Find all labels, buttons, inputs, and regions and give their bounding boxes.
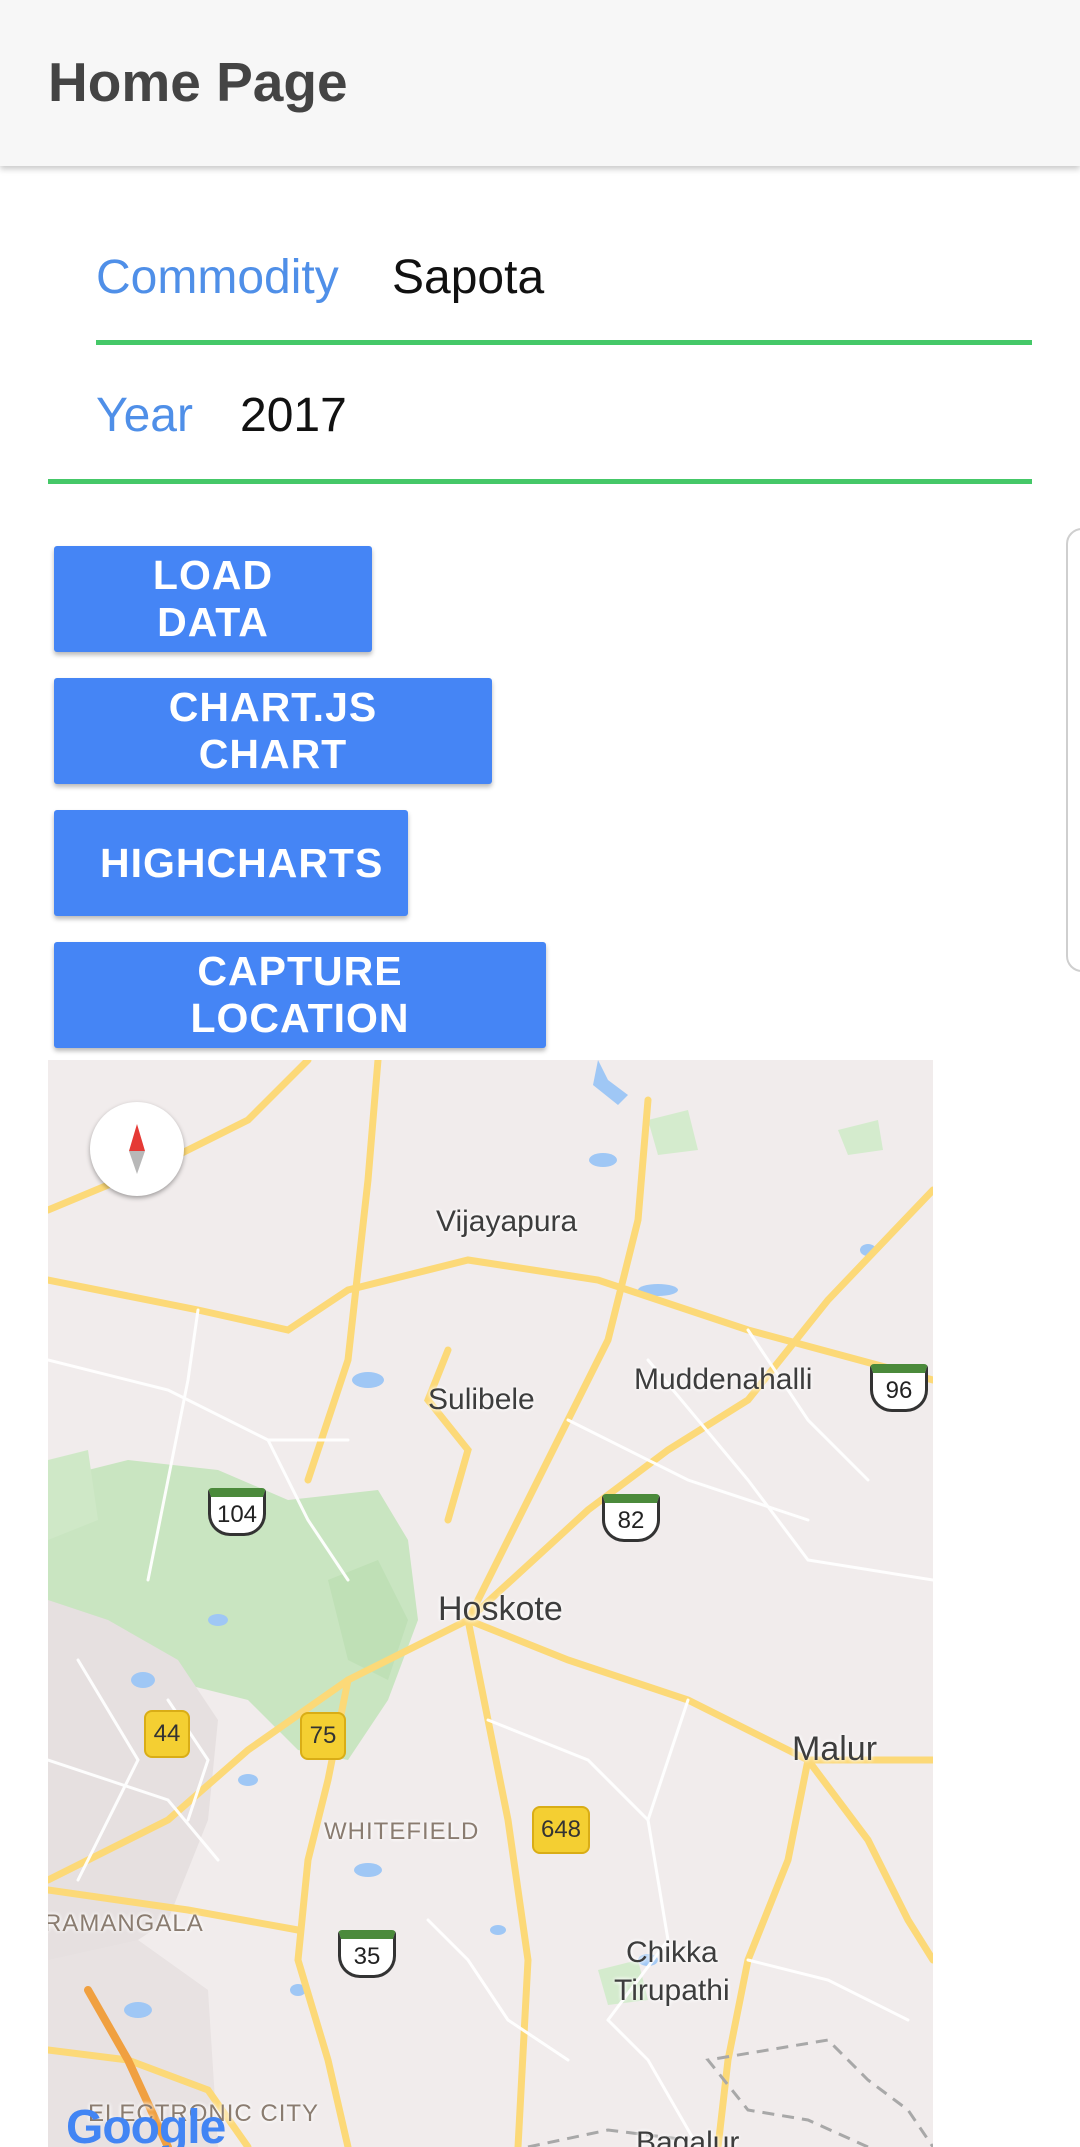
year-input[interactable]: 2017: [240, 388, 347, 443]
highway-shield-44: 44: [144, 1710, 190, 1758]
app-bar: Home Page: [0, 0, 1080, 166]
map-label-whitefield: WHITEFIELD: [324, 1818, 480, 1845]
capture-location-button[interactable]: CAPTURE LOCATION: [54, 942, 546, 1048]
map-label-bagalur: Bagalur: [636, 2126, 740, 2147]
map-label-vijayapura: Vijayapura: [436, 1205, 578, 1238]
map-label-malur: Malur: [792, 1730, 878, 1768]
map-label-chikka: Chikka: [626, 1936, 718, 1969]
commodity-input[interactable]: Sapota: [392, 250, 544, 305]
highway-shield-96: 96: [870, 1364, 928, 1412]
map-label-muddenahalli: Muddenahalli: [634, 1363, 813, 1396]
highway-shield-35: 35: [338, 1930, 396, 1978]
load-data-button[interactable]: LOAD DATA: [54, 546, 372, 652]
year-underline: [48, 479, 1032, 484]
map-label-hoskote: Hoskote: [438, 1590, 563, 1628]
compass-button[interactable]: [90, 1102, 184, 1196]
highway-shield-75: 75: [300, 1712, 346, 1760]
map-label-sulibele: Sulibele: [428, 1383, 535, 1416]
chartjs-chart-button[interactable]: CHART.JS CHART: [54, 678, 492, 784]
highway-shield-104: 104: [208, 1488, 266, 1536]
google-logo: Google: [66, 2101, 226, 2147]
compass-icon: [129, 1124, 145, 1174]
map-label-tirupathi: Tirupathi: [614, 1974, 730, 2007]
edge-panel-handle[interactable]: [1066, 528, 1080, 972]
year-label: Year: [96, 389, 193, 442]
map-label-ramangala: RAMANGALA: [48, 1910, 204, 1937]
page-title: Home Page: [48, 51, 348, 113]
commodity-label: Commodity: [96, 251, 339, 304]
highway-shield-648: 648: [532, 1806, 590, 1854]
highcharts-button[interactable]: HIGHCHARTS: [54, 810, 408, 916]
map-view[interactable]: Vijayapura Sulibele Muddenahalli Hoskote…: [48, 1060, 933, 2147]
commodity-underline: [96, 340, 1032, 345]
highway-shield-82: 82: [602, 1494, 660, 1542]
